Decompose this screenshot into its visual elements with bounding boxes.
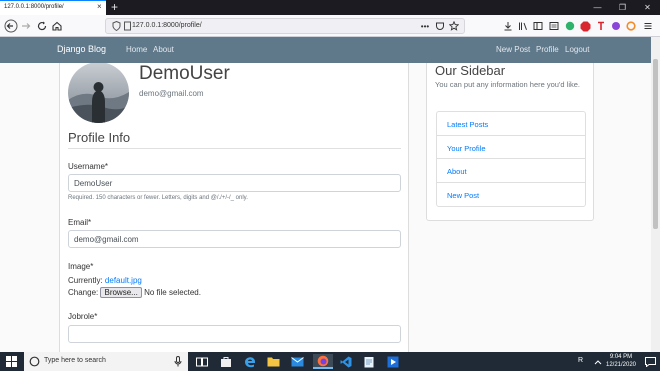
adblock-icon[interactable] bbox=[577, 18, 593, 34]
library-icon[interactable] bbox=[515, 18, 531, 34]
nav-link-about[interactable]: About bbox=[153, 45, 174, 54]
windows-start-icon[interactable] bbox=[4, 354, 19, 369]
close-window-button[interactable]: ✕ bbox=[635, 0, 660, 15]
image-currently-row: Currently: default.jpg bbox=[68, 276, 142, 285]
taskbar: Type here to search R 9:04 PM 12/21/2020 bbox=[0, 352, 660, 371]
change-label: Change: bbox=[68, 288, 99, 297]
image-change-row: Change: Browse... No file selected. bbox=[68, 287, 201, 298]
no-file-text: No file selected. bbox=[144, 288, 201, 297]
home-icon[interactable] bbox=[49, 18, 65, 34]
clock-time: 9:04 PM bbox=[609, 354, 633, 360]
browser-tab-bar: 127.0.0.1:8000/profile/ × + — ❐ ✕ bbox=[0, 0, 660, 15]
edge-icon[interactable] bbox=[242, 354, 257, 369]
downloads-icon[interactable] bbox=[500, 18, 516, 34]
sidebar-item-label: About bbox=[447, 167, 467, 176]
minimize-button[interactable]: — bbox=[585, 0, 610, 15]
extension-red-icon[interactable] bbox=[593, 18, 609, 34]
email-label: Email* bbox=[68, 218, 92, 227]
username-input[interactable]: DemoUser bbox=[68, 174, 401, 192]
page-content: DemoUser demo@gmail.com Profile Info Use… bbox=[0, 63, 660, 352]
extension-green-icon[interactable] bbox=[562, 18, 578, 34]
taskbar-clock[interactable]: 9:04 PM 12/21/2020 bbox=[601, 353, 641, 369]
search-icon bbox=[29, 356, 40, 367]
taskbar-search-placeholder: Type here to search bbox=[44, 357, 106, 364]
new-tab-button[interactable]: + bbox=[111, 0, 118, 14]
menu-icon[interactable] bbox=[640, 18, 656, 34]
sidebar-title: Our Sidebar bbox=[435, 63, 506, 78]
extension-purple-icon[interactable] bbox=[608, 18, 624, 34]
back-icon[interactable] bbox=[3, 18, 19, 34]
file-explorer-icon[interactable] bbox=[266, 354, 281, 369]
currently-label: Currently: bbox=[68, 276, 103, 285]
task-view-icon[interactable] bbox=[194, 354, 209, 369]
profile-card: DemoUser demo@gmail.com Profile Info Use… bbox=[59, 63, 409, 352]
restore-button[interactable]: ❐ bbox=[610, 0, 635, 15]
bookmark-star-icon[interactable] bbox=[448, 20, 460, 32]
taskbar-search-box[interactable]: Type here to search bbox=[24, 352, 188, 371]
profile-username-heading: DemoUser bbox=[139, 63, 230, 84]
sidebar-item-label: New Post bbox=[447, 190, 480, 200]
microphone-icon[interactable] bbox=[174, 356, 182, 367]
username-label: Username* bbox=[68, 162, 109, 171]
sidebar-list: Latest Posts Your Profile About New Post bbox=[436, 111, 586, 207]
url-text: 127.0.0.1:8000/profile/ bbox=[132, 22, 202, 29]
sidebar-item-new-post[interactable]: New Post bbox=[437, 183, 585, 207]
brand-link[interactable]: Django Blog bbox=[57, 44, 106, 54]
url-bar[interactable]: 127.0.0.1:8000/profile/ ••• bbox=[105, 18, 465, 34]
sidebar-item-label: Latest Posts bbox=[447, 120, 489, 129]
avatar bbox=[68, 63, 129, 123]
pocket-icon[interactable] bbox=[434, 20, 446, 32]
reload-icon[interactable] bbox=[34, 18, 50, 34]
image-label: Image* bbox=[68, 262, 94, 271]
sidebar-card: Our Sidebar You can put any information … bbox=[426, 63, 594, 221]
jobrole-input[interactable] bbox=[68, 325, 401, 343]
scrollbar-thumb[interactable] bbox=[653, 59, 658, 229]
browser-toolbar: 127.0.0.1:8000/profile/ ••• bbox=[0, 15, 660, 37]
username-help-text: Required. 150 characters or fewer. Lette… bbox=[68, 195, 248, 201]
notifications-icon[interactable] bbox=[643, 354, 658, 369]
nav-link-home[interactable]: Home bbox=[126, 45, 147, 54]
email-input[interactable]: demo@gmail.com bbox=[68, 230, 401, 248]
forward-icon[interactable] bbox=[18, 18, 34, 34]
current-image-link[interactable]: default.jpg bbox=[105, 276, 142, 285]
extension-orange-icon[interactable] bbox=[623, 18, 639, 34]
site-navbar: Django Blog Home About New Post Profile … bbox=[0, 37, 660, 63]
notepad-icon[interactable] bbox=[362, 354, 377, 369]
sidebar-description: You can put any information here you'd l… bbox=[435, 80, 580, 89]
nav-link-new-post[interactable]: New Post bbox=[496, 45, 530, 54]
sidebar-icon[interactable] bbox=[530, 18, 546, 34]
profile-email-text: demo@gmail.com bbox=[139, 89, 204, 98]
profile-info-heading: Profile Info bbox=[68, 130, 131, 145]
mail-icon[interactable] bbox=[290, 354, 305, 369]
sidebar-item-about[interactable]: About bbox=[437, 159, 585, 183]
tray-people-label[interactable]: R bbox=[578, 357, 583, 364]
nav-link-logout[interactable]: Logout bbox=[565, 45, 589, 54]
page-scrollbar[interactable] bbox=[651, 37, 660, 352]
sidebar-item-label: Your Profile bbox=[447, 143, 486, 153]
page-actions-icon[interactable]: ••• bbox=[419, 20, 431, 32]
email-input-value: demo@gmail.com bbox=[74, 235, 139, 244]
tab-close-icon[interactable]: × bbox=[97, 3, 102, 11]
sidebar-item-latest-posts[interactable]: Latest Posts bbox=[437, 112, 585, 136]
browser-tab[interactable]: 127.0.0.1:8000/profile/ × bbox=[0, 0, 106, 15]
section-divider bbox=[68, 148, 401, 149]
tab-title: 127.0.0.1:8000/profile/ bbox=[4, 4, 64, 10]
clock-date: 12/21/2020 bbox=[605, 362, 637, 368]
firefox-taskbar-icon[interactable] bbox=[313, 354, 333, 369]
jobrole-label: Jobrole* bbox=[68, 312, 98, 321]
media-player-icon[interactable] bbox=[385, 354, 400, 369]
browse-button[interactable]: Browse... bbox=[100, 287, 142, 298]
nav-link-profile[interactable]: Profile bbox=[536, 45, 559, 54]
reader-icon[interactable] bbox=[546, 18, 562, 34]
sidebar-item-your-profile[interactable]: Your Profile bbox=[437, 136, 585, 159]
store-icon[interactable] bbox=[218, 354, 233, 369]
vscode-icon[interactable] bbox=[338, 354, 353, 369]
username-input-value: DemoUser bbox=[74, 179, 113, 188]
